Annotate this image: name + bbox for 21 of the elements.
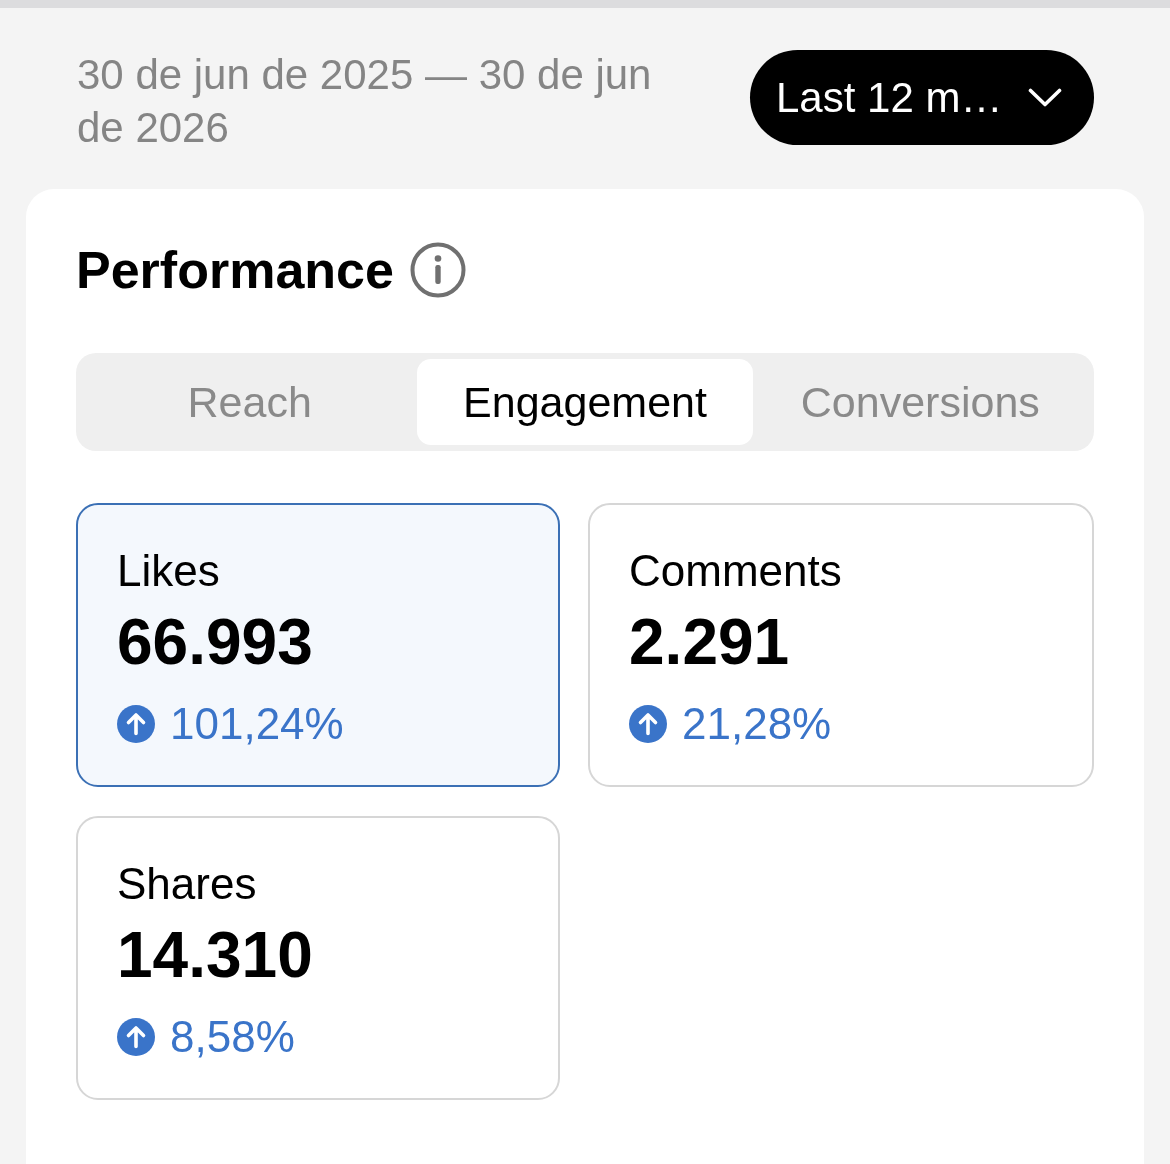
info-icon[interactable] [409,242,466,298]
metric-label: Shares [117,859,257,909]
metric-change: 101,24% [170,699,344,749]
tab[interactable]: Engagement [417,359,753,445]
metric-change: 21,28% [682,699,832,749]
metric-value: 66.993 [117,606,313,678]
metric-label: Comments [629,546,842,596]
arrow-up-circle-icon [629,705,667,743]
metric-change: 8,58% [170,1012,295,1062]
metric-card[interactable]: Shares 14.310 8,58% [76,816,560,1100]
arrow-up-circle-icon [117,705,155,743]
metric-card[interactable]: Likes 66.993 101,24% [76,503,560,787]
chevron-down-icon [1028,88,1062,107]
section-title: Performance [76,241,394,299]
date-range: 30 de jun de 2025 — 30 de jun de 2026 [77,50,653,153]
metric-label: Likes [117,546,220,596]
metric-value: 14.310 [117,919,313,991]
metric-card[interactable]: Comments 2.291 21,28% [588,503,1094,787]
period-dropdown[interactable]: Last 12 m… [750,50,1094,145]
metric-value: 2.291 [629,606,790,678]
arrow-up-circle-icon [117,1018,155,1056]
